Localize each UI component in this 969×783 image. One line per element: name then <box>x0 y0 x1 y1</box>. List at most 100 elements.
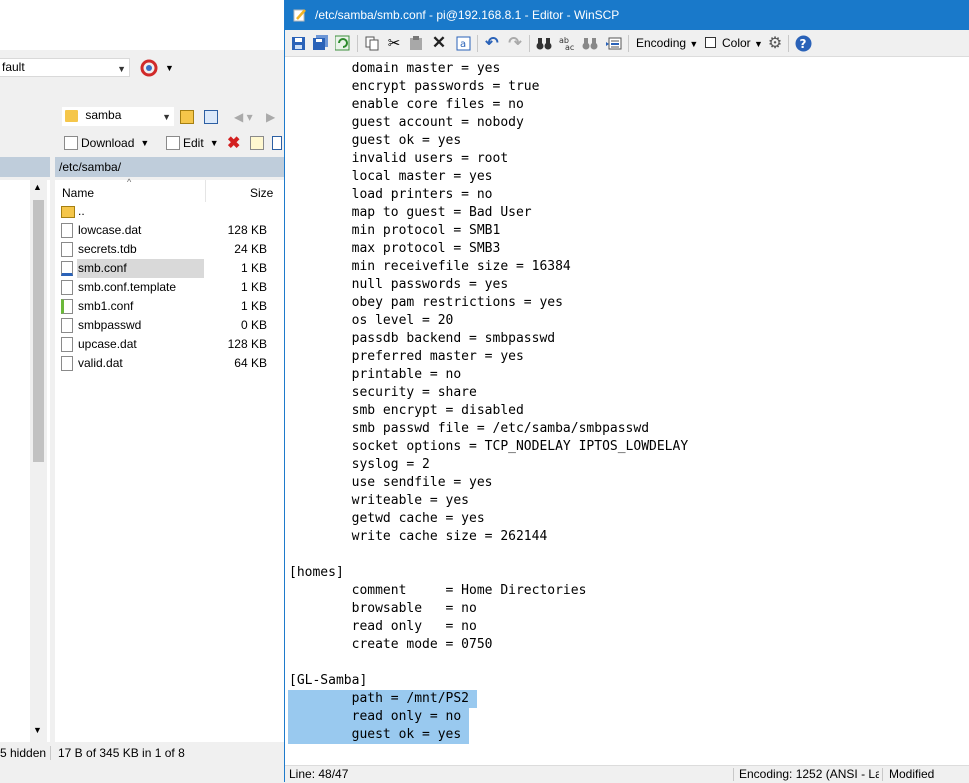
file-name: lowcase.dat <box>78 223 142 237</box>
find-next-icon <box>582 37 598 49</box>
editor-title-bar[interactable]: /etc/samba/smb.conf - pi@192.168.8.1 - E… <box>285 0 969 30</box>
edit-button[interactable]: Edit ▼ <box>166 133 219 153</box>
code-line: passdb backend = smbpasswd <box>289 331 556 346</box>
file-name: secrets.tdb <box>78 242 137 256</box>
code-line: invalid users = root <box>289 151 509 166</box>
select-all-button[interactable]: a <box>454 34 472 52</box>
path-dropdown-value: samba <box>85 108 122 122</box>
properties-button[interactable] <box>272 133 282 153</box>
file-icon <box>61 318 73 333</box>
file-name: valid.dat <box>78 356 123 370</box>
file-row[interactable]: .. <box>55 202 285 221</box>
file-row[interactable]: valid.dat 64 KB <box>55 354 285 373</box>
rename-button[interactable] <box>250 133 264 153</box>
help-button[interactable]: ? <box>794 34 812 52</box>
remote-path-header: /etc/samba/ <box>55 157 290 177</box>
path-dropdown[interactable]: samba ▼ <box>62 107 174 126</box>
file-size: 1 KB <box>240 280 267 294</box>
back-button[interactable]: ◀ ▾ <box>234 107 253 127</box>
session-dropdown[interactable]: fault ▼ <box>0 58 130 77</box>
redo-button[interactable]: ↷ <box>506 34 524 52</box>
status-separator <box>733 768 734 781</box>
gear-icon: ⚙ <box>767 35 783 52</box>
column-size[interactable]: Size <box>250 186 273 200</box>
file-icon <box>61 337 73 352</box>
file-icon <box>61 242 73 257</box>
encoding-label: Encoding <box>636 36 687 50</box>
rename-icon <box>250 136 264 150</box>
download-icon <box>64 136 78 150</box>
copy-button[interactable] <box>363 34 381 52</box>
session-dropdown-value: fault <box>2 60 25 74</box>
goto-line-icon <box>606 37 622 49</box>
code-line: writeable = yes <box>289 493 470 508</box>
preferences-button[interactable]: ⚙ <box>766 34 784 52</box>
delete-button[interactable]: ✖ <box>227 133 240 153</box>
paste-button[interactable] <box>407 34 425 52</box>
code-line: encrypt passwords = true <box>289 79 540 94</box>
color-button[interactable]: Color ▼ <box>722 35 763 52</box>
find-next-button[interactable] <box>581 34 599 52</box>
encoding-button[interactable]: Encoding ▼ <box>636 35 698 52</box>
code-line: guest ok = yes <box>289 133 462 148</box>
sync-button[interactable]: ▼ <box>140 58 174 78</box>
file-row[interactable]: smb.conf 1 KB <box>55 259 285 278</box>
undo-button[interactable]: ↶ <box>483 34 501 52</box>
forward-arrow-icon: ▶ <box>266 110 276 124</box>
scrollbar-thumb[interactable] <box>33 200 44 462</box>
save-all-button[interactable] <box>312 34 330 52</box>
download-button[interactable]: Download ▼ <box>64 133 149 153</box>
replace-button[interactable]: ab ac <box>558 34 576 52</box>
find-button[interactable] <box>535 34 553 52</box>
file-icon <box>61 280 73 295</box>
chevron-down-icon: ▼ <box>209 138 219 148</box>
toolbar-separator <box>477 35 478 52</box>
code-line: domain master = yes <box>289 61 501 76</box>
code-line: create mode = 0750 <box>289 637 493 652</box>
code-line: preferred master = yes <box>289 349 524 364</box>
chevron-down-icon: ▼ <box>689 39 699 49</box>
cut-button[interactable]: ✂ <box>385 34 403 52</box>
save-all-icon <box>313 35 328 50</box>
local-scrollbar[interactable]: ▲ ▼ <box>30 180 47 742</box>
chevron-down-icon: ▼ <box>117 64 126 74</box>
reload-icon <box>335 35 350 51</box>
color-checkbox[interactable] <box>705 37 716 48</box>
redo-icon: ↷ <box>508 35 522 52</box>
open-folder-button[interactable] <box>180 107 194 127</box>
session-toolbar: fault ▼ ▼ <box>0 50 290 86</box>
forward-button[interactable]: ▶ <box>266 107 275 127</box>
delete-text-button[interactable]: ✕ <box>430 33 448 52</box>
remote-toolbar: samba ▼ ◀ ▾ ▶ Download ▼ Edit ▼ ✖ <box>0 100 290 156</box>
code-line: use sendfile = yes <box>289 475 493 490</box>
file-icon <box>61 356 73 371</box>
reload-button[interactable] <box>334 34 352 52</box>
chevron-down-icon: ▼ <box>140 138 150 148</box>
top-white-strip <box>0 0 290 50</box>
file-row[interactable]: upcase.dat 128 KB <box>55 335 285 354</box>
code-line: getwd cache = yes <box>289 511 485 526</box>
code-line: path = /mnt/PS2 <box>289 691 470 706</box>
text-file-icon <box>61 299 73 314</box>
filter-button[interactable] <box>204 107 218 127</box>
svg-text:ac: ac <box>565 43 574 51</box>
scissors-icon: ✂ <box>387 35 401 52</box>
file-size: 1 KB <box>240 299 267 313</box>
code-line: browsable = no <box>289 601 477 616</box>
editor-text-area[interactable]: domain master = yes encrypt passwords = … <box>285 57 969 765</box>
code-line: min receivefile size = 16384 <box>289 259 571 274</box>
save-button[interactable] <box>289 34 307 52</box>
column-name[interactable]: Name <box>62 186 94 200</box>
file-row[interactable]: secrets.tdb 24 KB <box>55 240 285 259</box>
sort-ascending-icon: ^ <box>127 177 132 187</box>
edit-icon <box>166 136 180 150</box>
code-line: comment = Home Directories <box>289 583 587 598</box>
goto-line-button[interactable] <box>605 34 623 52</box>
file-row[interactable]: smb.conf.template 1 KB <box>55 278 285 297</box>
file-row[interactable]: smbpasswd 0 KB <box>55 316 285 335</box>
code-line: max protocol = SMB3 <box>289 241 501 256</box>
status-separator <box>882 768 883 781</box>
file-row[interactable]: smb1.conf 1 KB <box>55 297 285 316</box>
code-line: load printers = no <box>289 187 493 202</box>
file-row[interactable]: lowcase.dat 128 KB <box>55 221 285 240</box>
